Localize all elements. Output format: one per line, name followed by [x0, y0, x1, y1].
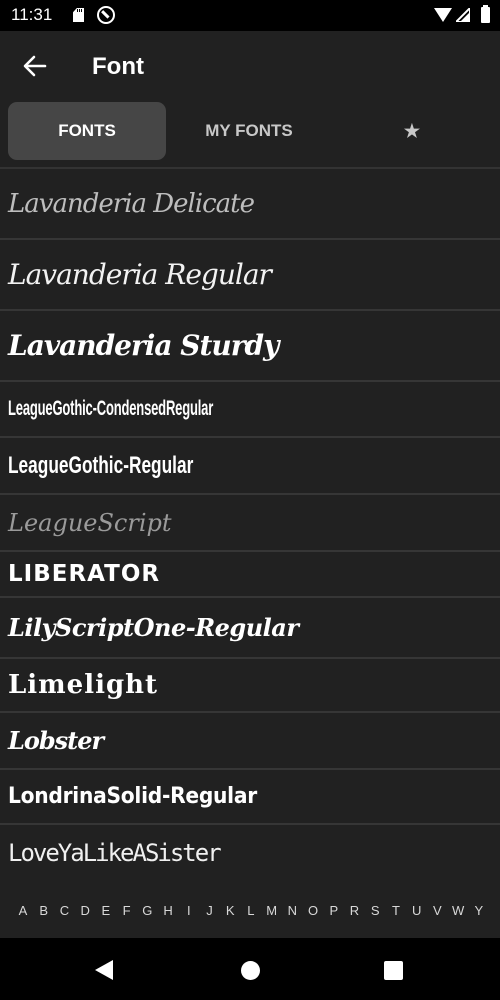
recents-square-icon[interactable]	[384, 961, 403, 980]
alpha-letter[interactable]: W	[451, 903, 465, 918]
alphabet-index: A B C D E F G H I J K L M N O P R S T U …	[16, 897, 486, 923]
alpha-letter[interactable]: U	[410, 903, 424, 918]
alpha-letter[interactable]: S	[368, 903, 382, 918]
font-item-lavanderia-regular[interactable]: Lavanderia Regular	[0, 240, 500, 311]
alpha-letter[interactable]: P	[327, 903, 341, 918]
tab-fonts[interactable]: FONTS	[8, 102, 166, 160]
font-item-leaguescript[interactable]: LeagueScript	[0, 495, 500, 552]
app-bar: Font	[0, 31, 500, 97]
star-icon: ★	[403, 120, 421, 141]
alpha-letter[interactable]: D	[78, 903, 92, 918]
wifi-icon	[434, 8, 452, 22]
alpha-letter[interactable]: V	[430, 903, 444, 918]
system-nav-bar	[0, 938, 500, 1000]
alpha-letter[interactable]: E	[99, 903, 113, 918]
font-name: LilyScriptOne-Regular	[8, 613, 299, 642]
font-item-lobster[interactable]: Lobster	[0, 713, 500, 770]
font-name: Lavanderia Sturdy	[8, 329, 279, 362]
alpha-letter[interactable]: G	[140, 903, 154, 918]
font-name: LeagueGothic-Regular	[8, 451, 194, 479]
alpha-letter[interactable]: A	[16, 903, 30, 918]
status-bar: 11:31	[0, 0, 500, 31]
battery-icon	[481, 5, 490, 23]
alpha-letter[interactable]: L	[244, 903, 258, 918]
alpha-letter[interactable]: H	[161, 903, 175, 918]
arrow-left-icon	[23, 55, 47, 77]
alpha-letter[interactable]: B	[37, 903, 51, 918]
alpha-letter[interactable]: O	[306, 903, 320, 918]
font-item-lavanderia-sturdy[interactable]: Lavanderia Sturdy	[0, 311, 500, 382]
data-saver-icon	[97, 6, 115, 24]
tab-bar: FONTS MY FONTS ★	[0, 97, 500, 169]
font-name: Lavanderia Delicate	[8, 188, 255, 219]
home-circle-icon[interactable]	[241, 961, 260, 980]
alpha-letter[interactable]: F	[120, 903, 134, 918]
alpha-letter[interactable]: C	[57, 903, 71, 918]
font-item-limelight[interactable]: Limelight	[0, 659, 500, 713]
font-item-leaguegothic-regular[interactable]: LeagueGothic-Regular	[0, 438, 500, 495]
alpha-letter[interactable]: K	[223, 903, 237, 918]
font-name: Limelight	[8, 670, 159, 700]
sd-card-icon	[73, 8, 84, 22]
font-name: LoveYaLikeASister	[8, 839, 222, 867]
tab-my-fonts[interactable]: MY FONTS	[166, 102, 332, 160]
font-item-leaguegothic-condensed[interactable]: LeagueGothic-CondensedRegular	[0, 382, 500, 438]
font-name: LeagueGothic-CondensedRegular	[8, 397, 214, 420]
font-item-lilyscriptone[interactable]: LilyScriptOne-Regular	[0, 598, 500, 659]
alpha-letter[interactable]: J	[202, 903, 216, 918]
signal-icon	[456, 8, 470, 22]
back-button[interactable]	[18, 49, 52, 83]
font-name: Lavanderia Regular	[8, 258, 272, 291]
alpha-letter[interactable]: M	[265, 903, 279, 918]
font-item-lavanderia-delicate[interactable]: Lavanderia Delicate	[0, 169, 500, 240]
font-name: LeagueScript	[8, 508, 172, 537]
back-triangle-icon[interactable]	[95, 960, 113, 980]
status-time: 11:31	[11, 5, 53, 24]
tab-favorites[interactable]: ★	[332, 102, 492, 160]
page-title: Font	[92, 53, 144, 80]
font-name: LIBERATOR	[8, 561, 161, 587]
font-item-londrinasolid[interactable]: LondrinaSolid-Regular	[0, 770, 500, 825]
font-item-liberator[interactable]: LIBERATOR	[0, 552, 500, 598]
alpha-letter[interactable]: R	[348, 903, 362, 918]
font-name: Lobster	[8, 726, 104, 755]
alpha-letter[interactable]: I	[182, 903, 196, 918]
font-list: Lavanderia Delicate Lavanderia Regular L…	[0, 169, 500, 881]
font-name: LondrinaSolid-Regular	[8, 784, 257, 809]
alpha-letter[interactable]: N	[285, 903, 299, 918]
alpha-letter[interactable]: T	[389, 903, 403, 918]
alpha-letter[interactable]: Y	[472, 903, 486, 918]
font-item-loveyalikeasister[interactable]: LoveYaLikeASister	[0, 825, 500, 881]
